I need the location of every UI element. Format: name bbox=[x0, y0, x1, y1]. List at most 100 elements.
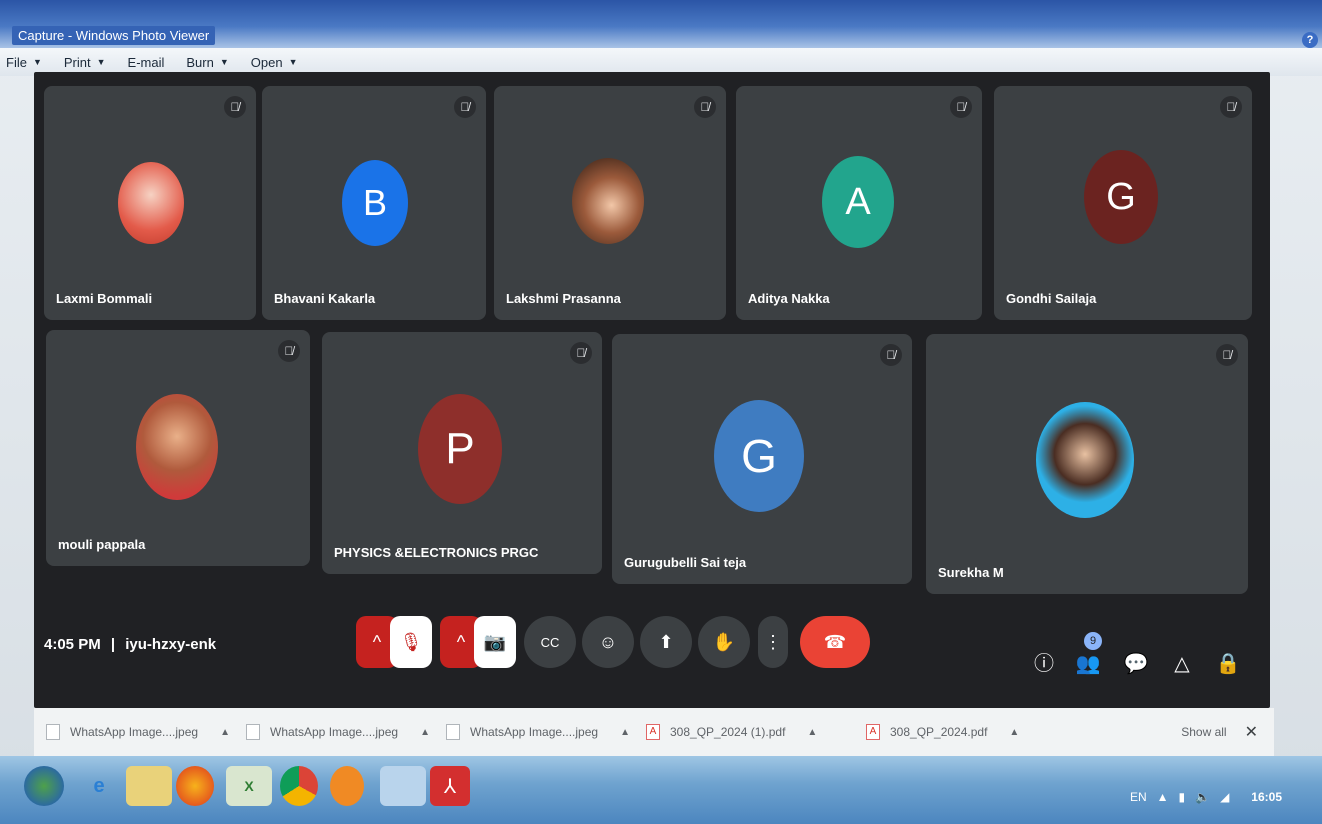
mic-off-icon: 🎙̸ bbox=[880, 344, 902, 366]
avatar: P bbox=[418, 394, 502, 504]
camera-toggle-button[interactable]: 📷 bbox=[474, 616, 516, 668]
mic-off-icon: 🎙̸ bbox=[1220, 96, 1242, 118]
people-icon[interactable]: 👥 bbox=[1074, 650, 1102, 678]
download-item[interactable]: WhatsApp Image....jpeg ▲ bbox=[434, 724, 634, 740]
mic-off-icon: 🎙̸ bbox=[570, 342, 592, 364]
avatar: B bbox=[342, 160, 408, 246]
download-item[interactable]: A 308_QP_2024 (1).pdf ▲ bbox=[634, 724, 854, 740]
system-tray: EN ▲ ▮ 🔈 ◢ 16:05 bbox=[1130, 790, 1282, 804]
participant-tile[interactable]: 🎙̸ Laxmi Bommali bbox=[44, 86, 256, 320]
image-file-icon bbox=[246, 724, 260, 740]
avatar bbox=[118, 162, 184, 244]
info-icon[interactable]: ⓘ bbox=[1030, 650, 1058, 678]
participant-name: Aditya Nakka bbox=[748, 291, 830, 306]
image-file-icon bbox=[446, 724, 460, 740]
meeting-info-text: 4:05 PM | iyu-hzxy-enk bbox=[44, 636, 217, 653]
internet-explorer-icon[interactable]: e bbox=[76, 766, 122, 806]
image-file-icon bbox=[46, 724, 60, 740]
language-indicator[interactable]: EN bbox=[1130, 790, 1147, 804]
participant-name: Surekha M bbox=[938, 565, 1004, 580]
clock-time: 4:05 PM bbox=[44, 636, 101, 653]
volume-icon[interactable]: 🔈 bbox=[1195, 790, 1210, 804]
help-icon[interactable]: ? bbox=[1302, 32, 1318, 48]
chat-icon[interactable]: 💬 bbox=[1122, 650, 1150, 678]
download-filename: WhatsApp Image....jpeg bbox=[270, 725, 399, 739]
caret-down-icon: ▼ bbox=[219, 57, 229, 67]
participant-tile[interactable]: 🎙̸ mouli pappala bbox=[46, 330, 310, 566]
tray-arrow-icon[interactable]: ▲ bbox=[1157, 790, 1169, 804]
meet-controls-bar: 4:05 PM | iyu-hzxy-enk ^ 🎙 ^ 📷 CC ☺ ⬆ ✋ … bbox=[34, 598, 1270, 708]
host-controls-icon[interactable]: 🔒 bbox=[1214, 650, 1242, 678]
raise-hand-button[interactable]: ✋ bbox=[698, 616, 750, 668]
download-item[interactable]: A 308_QP_2024.pdf ▲ bbox=[854, 724, 1074, 740]
present-button[interactable]: ⬆ bbox=[640, 616, 692, 668]
leave-call-button[interactable]: ☎ bbox=[800, 616, 870, 668]
meet-stage: 🎙̸ Laxmi Bommali 🎙̸ B Bhavani Kakarla 🎙̸… bbox=[34, 72, 1270, 708]
windows-taskbar: e X ⅄ EN ▲ ▮ 🔈 ◢ 16:05 bbox=[0, 756, 1322, 824]
participant-tile[interactable]: 🎙̸ G Gondhi Sailaja bbox=[994, 86, 1252, 320]
avatar bbox=[136, 394, 218, 500]
participant-tile[interactable]: 🎙̸ A Aditya Nakka bbox=[736, 86, 982, 320]
participant-name: PHYSICS &ELECTRONICS PRGC bbox=[334, 545, 539, 560]
avatar: G bbox=[1084, 150, 1158, 244]
download-filename: WhatsApp Image....jpeg bbox=[70, 725, 199, 739]
mic-off-icon: 🎙̸ bbox=[454, 96, 476, 118]
participant-name: mouli pappala bbox=[58, 537, 146, 552]
acrobat-icon[interactable]: ⅄ bbox=[430, 766, 470, 806]
download-item[interactable]: WhatsApp Image....jpeg ▲ bbox=[34, 724, 234, 740]
clock-time[interactable]: 16:05 bbox=[1251, 790, 1282, 804]
chevron-up-icon[interactable]: ▲ bbox=[420, 727, 430, 738]
caret-down-icon: ▼ bbox=[32, 57, 42, 67]
chrome-icon[interactable] bbox=[280, 766, 318, 806]
participant-tile[interactable]: 🎙̸ P PHYSICS &ELECTRONICS PRGC bbox=[322, 332, 602, 574]
start-button[interactable] bbox=[24, 766, 64, 806]
menu-file[interactable]: File ▼ bbox=[6, 55, 42, 70]
file-explorer-icon[interactable] bbox=[126, 766, 172, 806]
chrome-active-icon[interactable] bbox=[380, 766, 426, 806]
show-all-link[interactable]: Show all bbox=[1181, 725, 1226, 739]
mic-off-icon: 🎙̸ bbox=[278, 340, 300, 362]
mic-off-icon: 🎙̸ bbox=[950, 96, 972, 118]
avatar: G bbox=[714, 400, 804, 512]
pdf-file-icon: A bbox=[866, 724, 880, 740]
avatar: A bbox=[822, 156, 894, 248]
download-filename: 308_QP_2024.pdf bbox=[890, 725, 988, 739]
caret-down-icon: ▼ bbox=[288, 57, 298, 67]
participant-name: Bhavani Kakarla bbox=[274, 291, 376, 306]
menu-burn[interactable]: Burn ▼ bbox=[186, 55, 228, 70]
window-titlebar: Capture - Windows Photo Viewer ? bbox=[0, 0, 1322, 48]
signal-icon[interactable]: ◢ bbox=[1220, 790, 1229, 804]
mic-toggle-button[interactable]: 🎙 bbox=[390, 616, 432, 668]
menu-open[interactable]: Open ▼ bbox=[251, 55, 298, 70]
participant-name: Gondhi Sailaja bbox=[1006, 291, 1097, 306]
meeting-code: iyu-hzxy-enk bbox=[125, 636, 217, 653]
participant-tile[interactable]: 🎙̸ Lakshmi Prasanna bbox=[494, 86, 726, 320]
media-player-icon[interactable] bbox=[330, 766, 364, 806]
participant-tile[interactable]: 🎙̸ B Bhavani Kakarla bbox=[262, 86, 486, 320]
mic-off-icon: 🎙̸ bbox=[694, 96, 716, 118]
emoji-button[interactable]: ☺ bbox=[582, 616, 634, 668]
firefox-icon[interactable] bbox=[176, 766, 214, 806]
chevron-up-icon[interactable]: ▲ bbox=[220, 727, 230, 738]
close-icon[interactable]: ✕ bbox=[1245, 722, 1258, 742]
download-item[interactable]: WhatsApp Image....jpeg ▲ bbox=[234, 724, 434, 740]
download-filename: WhatsApp Image....jpeg bbox=[470, 725, 599, 739]
excel-icon[interactable]: X bbox=[226, 766, 272, 806]
more-options-button[interactable]: ⋮ bbox=[758, 616, 788, 668]
captions-button[interactable]: CC bbox=[524, 616, 576, 668]
network-icon[interactable]: ▮ bbox=[1179, 790, 1186, 804]
menu-email[interactable]: E-mail bbox=[128, 55, 165, 70]
chevron-up-icon[interactable]: ▲ bbox=[620, 727, 630, 738]
chevron-up-icon[interactable]: ▲ bbox=[1009, 727, 1019, 738]
avatar bbox=[1036, 402, 1134, 518]
participant-tile[interactable]: 🎙̸ Surekha M bbox=[926, 334, 1248, 594]
activities-icon[interactable]: △ bbox=[1168, 650, 1196, 678]
mic-off-icon: 🎙̸ bbox=[1216, 344, 1238, 366]
participant-count-badge: 9 bbox=[1084, 632, 1102, 650]
chevron-up-icon[interactable]: ▲ bbox=[807, 727, 817, 738]
avatar bbox=[572, 158, 644, 244]
participant-name: Gurugubelli Sai teja bbox=[624, 555, 747, 570]
menu-print[interactable]: Print ▼ bbox=[64, 55, 106, 70]
participant-tile[interactable]: 🎙̸ G Gurugubelli Sai teja bbox=[612, 334, 912, 584]
participant-name: Laxmi Bommali bbox=[56, 291, 153, 306]
